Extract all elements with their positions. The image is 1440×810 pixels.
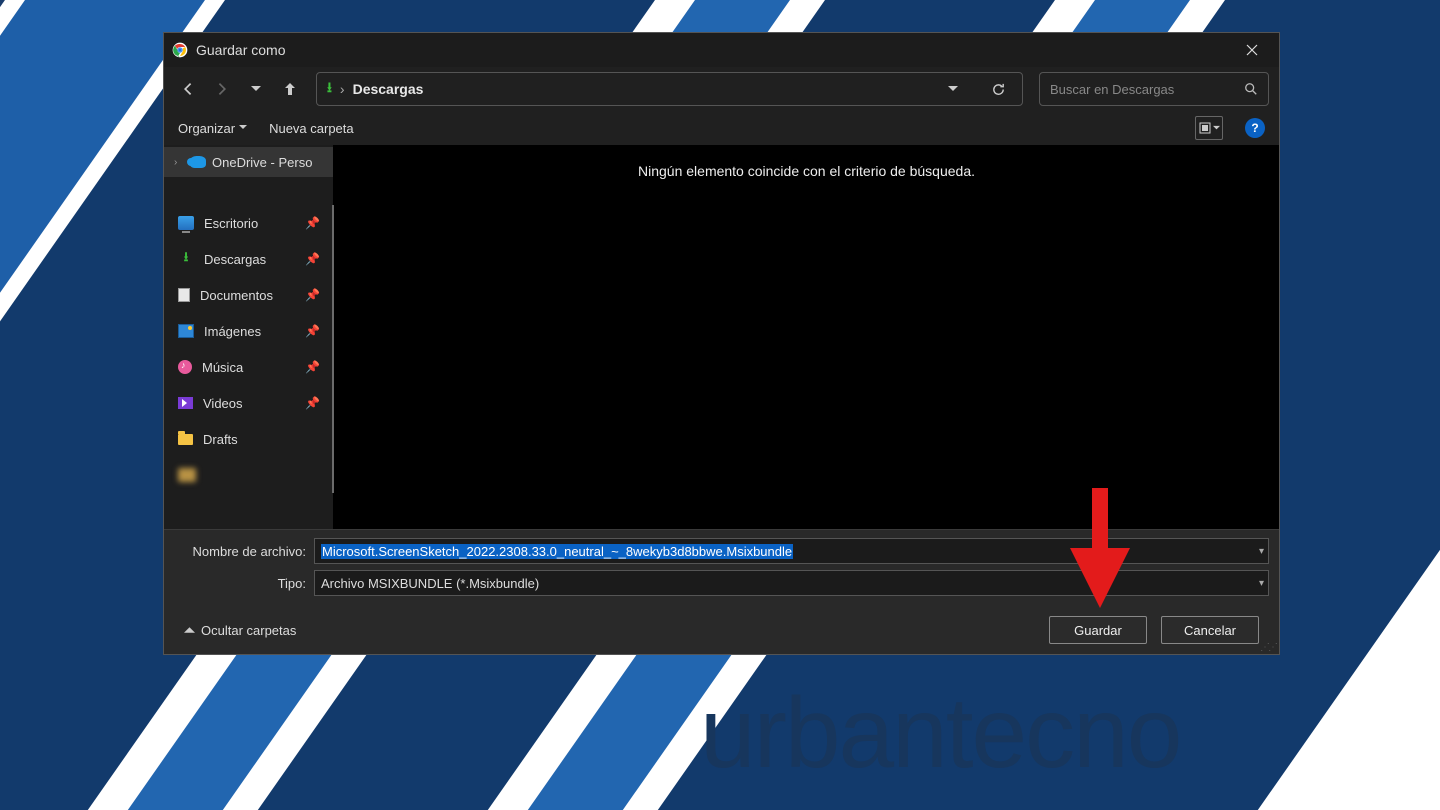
chrome-icon — [172, 42, 188, 58]
chevron-down-icon — [948, 84, 958, 94]
chevron-down-icon[interactable]: ▾ — [1259, 546, 1264, 557]
sidebar-item-label: Música — [202, 360, 243, 375]
save-button[interactable]: Guardar — [1049, 616, 1147, 644]
organize-button[interactable]: Organizar — [178, 121, 247, 136]
arrow-left-icon — [180, 81, 196, 97]
sidebar-item-descargas[interactable]: ⭳ Descargas 📌 — [164, 241, 332, 277]
new-folder-button[interactable]: Nueva carpeta — [269, 121, 354, 136]
address-dropdown[interactable] — [948, 81, 962, 97]
close-icon — [1246, 44, 1258, 56]
sidebar-item-imagenes[interactable]: Imágenes 📌 — [164, 313, 332, 349]
chevron-right-icon: › — [174, 157, 184, 168]
view-button[interactable] — [1195, 116, 1223, 140]
back-button[interactable] — [174, 75, 202, 103]
sidebar-item-label: OneDrive - Perso — [212, 155, 312, 170]
sidebar-item-label: Drafts — [203, 432, 238, 447]
sidebar-item-label: Videos — [203, 396, 243, 411]
desktop-icon — [178, 216, 194, 230]
sidebar-item-videos[interactable]: Videos 📌 — [164, 385, 332, 421]
chevron-down-icon — [1213, 125, 1220, 132]
filename-value: Microsoft.ScreenSketch_2022.2308.33.0_ne… — [321, 544, 793, 559]
type-label: Tipo: — [174, 576, 314, 591]
sidebar-item-label: Escritorio — [204, 216, 258, 231]
search-input[interactable] — [1050, 82, 1236, 97]
arrow-up-icon — [282, 81, 298, 97]
folder-icon — [178, 468, 196, 482]
chevron-down-icon — [239, 124, 247, 132]
help-button[interactable]: ? — [1245, 118, 1265, 138]
view-icon — [1199, 122, 1211, 134]
filename-input[interactable]: Microsoft.ScreenSketch_2022.2308.33.0_ne… — [314, 538, 1269, 564]
folder-icon — [178, 434, 193, 445]
image-icon — [178, 324, 194, 338]
cancel-button[interactable]: Cancelar — [1161, 616, 1259, 644]
recent-locations-button[interactable] — [242, 75, 270, 103]
sidebar-item-blurred[interactable] — [164, 457, 332, 493]
pin-icon: 📌 — [305, 288, 320, 302]
sidebar-item-musica[interactable]: Música 📌 — [164, 349, 332, 385]
chevron-up-icon — [184, 625, 195, 636]
quick-access-list: Escritorio 📌 ⭳ Descargas 📌 Documentos 📌 … — [164, 205, 334, 493]
chevron-down-icon — [250, 83, 262, 95]
video-icon — [178, 397, 193, 409]
download-icon: ⭳ — [178, 252, 194, 266]
search-box[interactable] — [1039, 72, 1269, 106]
dialog-footer: Nombre de archivo: Microsoft.ScreenSketc… — [164, 529, 1279, 654]
pin-icon: 📌 — [305, 216, 320, 230]
dialog-title: Guardar como — [196, 42, 1229, 58]
sidebar-item-escritorio[interactable]: Escritorio 📌 — [164, 205, 332, 241]
address-bar[interactable]: ⭳ › Descargas — [316, 72, 1023, 106]
download-icon: ⭳ — [327, 77, 332, 101]
file-list-area: Ningún elemento coincide con el criterio… — [334, 145, 1279, 529]
resize-grip[interactable]: ⋰⋰ — [1260, 645, 1276, 651]
titlebar: Guardar como — [164, 33, 1279, 67]
sidebar-item-documentos[interactable]: Documentos 📌 — [164, 277, 332, 313]
empty-message: Ningún elemento coincide con el criterio… — [334, 163, 1279, 179]
search-icon — [1244, 82, 1258, 96]
sidebar-item-drafts[interactable]: Drafts — [164, 421, 332, 457]
pin-icon: 📌 — [305, 360, 320, 374]
arrow-right-icon — [214, 81, 230, 97]
sidebar-item-label: Imágenes — [204, 324, 261, 339]
save-as-dialog: Guardar como ⭳ › Descargas Organizar Nue… — [163, 32, 1280, 655]
up-button[interactable] — [276, 75, 304, 103]
music-icon — [178, 360, 192, 374]
hide-folders-toggle[interactable]: Ocultar carpetas — [184, 623, 296, 638]
refresh-button[interactable] — [984, 82, 1012, 97]
refresh-icon — [991, 82, 1006, 97]
breadcrumb-current: Descargas — [353, 81, 424, 97]
onedrive-icon — [190, 156, 206, 168]
navigation-row: ⭳ › Descargas — [164, 67, 1279, 111]
breadcrumb-separator: › — [340, 81, 345, 97]
type-value: Archivo MSIXBUNDLE (*.Msixbundle) — [321, 576, 539, 591]
sidebar-item-onedrive[interactable]: › OneDrive - Perso — [164, 147, 333, 177]
sidebar-item-label: Descargas — [204, 252, 266, 267]
toolbar: Organizar Nueva carpeta ? — [164, 111, 1279, 145]
chevron-down-icon[interactable]: ▾ — [1259, 578, 1264, 589]
brand-wordmark: urbantecno — [700, 676, 1180, 791]
pin-icon: 📌 — [305, 252, 320, 266]
pin-icon: 📌 — [305, 396, 320, 410]
type-select[interactable]: Archivo MSIXBUNDLE (*.Msixbundle) ▾ — [314, 570, 1269, 596]
sidebar-item-label: Documentos — [200, 288, 273, 303]
close-button[interactable] — [1229, 35, 1275, 65]
sidebar: › OneDrive - Perso Escritorio 📌 ⭳ Descar… — [164, 145, 334, 529]
filename-label: Nombre de archivo: — [174, 544, 314, 559]
pin-icon: 📌 — [305, 324, 320, 338]
forward-button[interactable] — [208, 75, 236, 103]
document-icon — [178, 288, 190, 302]
